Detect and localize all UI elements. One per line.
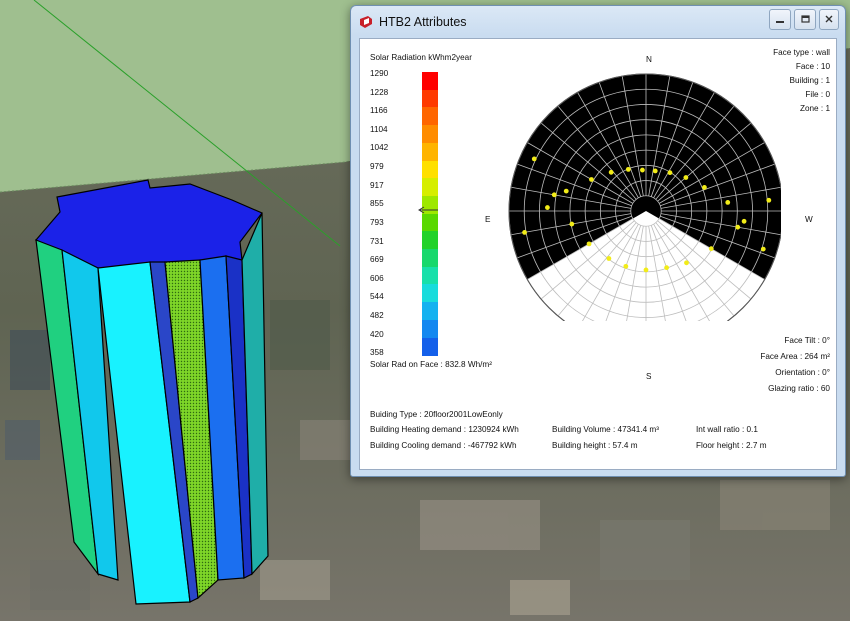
restore-button[interactable] <box>794 9 816 30</box>
scale-tick-label: 1290 <box>370 69 389 78</box>
sun-position-dot <box>708 246 714 252</box>
sun-position-dot <box>760 246 766 252</box>
scale-color-cell <box>422 72 438 91</box>
sketchup-logo-icon <box>360 16 372 28</box>
int-wall-ratio-label: Int wall ratio : 0.1 <box>696 425 758 434</box>
scale-color-cell <box>422 142 438 161</box>
sun-position-dot <box>741 218 747 224</box>
sun-position-dot <box>522 230 527 235</box>
scale-color-cell <box>422 284 438 303</box>
face-tilt-label: Face Tilt : 0° <box>784 336 830 345</box>
scale-color-cell <box>422 160 438 179</box>
cooling-demand-label: Building Cooling demand : -467792 kWh <box>370 441 517 450</box>
sun-position-dot <box>569 221 575 227</box>
scale-color-cell <box>422 319 438 338</box>
scale-color-cell <box>422 89 438 108</box>
scale-tick-label: 669 <box>370 255 384 265</box>
scale-tick-label: 482 <box>370 310 384 320</box>
sun-position-dot <box>702 184 707 190</box>
window-title: HTB2 Attributes <box>379 15 467 29</box>
scale-tick-label: 1104 <box>370 124 388 134</box>
scale-tick-label: 358 <box>370 348 384 358</box>
scale-color-cell <box>422 231 438 250</box>
sun-position-dot <box>606 256 612 261</box>
sun-position-dot <box>589 177 594 182</box>
scale-tick-label: 544 <box>370 292 384 302</box>
sun-position-dot <box>664 265 670 271</box>
minimize-icon <box>776 21 784 23</box>
sun-position-dot <box>551 192 557 198</box>
sun-position-dot <box>640 167 645 173</box>
scale-color-cell <box>422 249 438 268</box>
solar-rad-on-face: Solar Rad on Face : 832.8 Wh/m² <box>370 360 492 369</box>
htb2-attributes-window[interactable]: HTB2 Attributes Solar Radiation kWhm2yea… <box>350 5 846 477</box>
scale-tick-label: 855 <box>370 199 384 209</box>
scale-title: Solar Radiation kWhm2year <box>370 53 472 62</box>
sun-position-dot <box>623 263 629 269</box>
sun-position-dot <box>683 175 689 180</box>
sky-dome-diagram[interactable] <box>501 61 781 321</box>
sun-position-dot <box>625 166 631 172</box>
sun-position-dot <box>735 224 741 230</box>
scale-tick-label: 606 <box>370 273 384 283</box>
attributes-panel: Solar Radiation kWhm2year 1290 1228 1166 11… <box>359 38 837 470</box>
scale-tick-label: 731 <box>370 236 384 246</box>
close-button[interactable] <box>819 9 839 30</box>
sun-position-dot <box>766 197 772 203</box>
scale-tick-label: 1166 <box>370 106 388 116</box>
sun-position-dot <box>652 168 658 174</box>
heating-demand-label: Building Heating demand : 1230924 kWh <box>370 425 519 434</box>
arrow-left-icon <box>418 206 438 214</box>
glazing-ratio-label: Glazing ratio : 60 <box>768 384 830 393</box>
sun-position-dot <box>684 260 689 266</box>
scale-color-cell <box>422 213 438 232</box>
scale-color-cell <box>422 266 438 285</box>
face-area-label: Face Area : 264 m² <box>760 352 830 361</box>
face-number-label: Face : 10 <box>795 62 830 71</box>
scale-tick-label: 1228 <box>370 87 389 97</box>
building-number-label: Building : 1 <box>789 76 830 85</box>
scale-tick-label: 420 <box>370 329 384 339</box>
minimize-button[interactable] <box>769 9 791 30</box>
sun-position-dot <box>667 170 673 176</box>
building-volume-label: Building Volume : 47341.4 m³ <box>552 425 659 434</box>
compass-n-label: N <box>646 55 652 64</box>
sun-position-dot <box>725 200 731 205</box>
sun-position-dot <box>643 267 649 273</box>
sun-position-dot <box>586 241 592 247</box>
building-height-label: Building height : 57.4 m <box>552 441 638 450</box>
title-bar[interactable]: HTB2 Attributes <box>351 6 845 38</box>
scale-color-cell <box>422 337 438 356</box>
orientation-label: Orientation : 0° <box>775 368 830 377</box>
sun-position-dot <box>545 205 550 210</box>
scale-tick-label: 917 <box>370 180 384 190</box>
scale-tick-label: 793 <box>370 217 384 227</box>
scale-tick-label: 979 <box>370 162 384 172</box>
sun-position-dot <box>563 188 569 194</box>
compass-w-label: W <box>805 215 813 224</box>
zone-number-label: Zone : 1 <box>799 104 830 113</box>
face-type-label: Face type : wall <box>773 48 830 57</box>
sun-position-dot <box>531 156 537 162</box>
scale-color-cell <box>422 107 438 126</box>
file-number-label: File : 0 <box>805 90 830 99</box>
scale-color-cell <box>422 178 438 197</box>
scale-color-cell <box>422 302 438 321</box>
restore-icon <box>801 15 810 23</box>
compass-e-label: E <box>485 215 491 224</box>
compass-s-label: S <box>646 372 652 381</box>
sun-position-dot <box>608 169 614 175</box>
close-icon <box>825 15 833 23</box>
floor-height-label: Floor height : 2.7 m <box>696 441 767 450</box>
scale-tick-label: 1042 <box>370 143 389 153</box>
building-type-label: Buiding Type : 20floor2001LowEonly <box>370 410 503 419</box>
scale-color-cell <box>422 125 438 144</box>
